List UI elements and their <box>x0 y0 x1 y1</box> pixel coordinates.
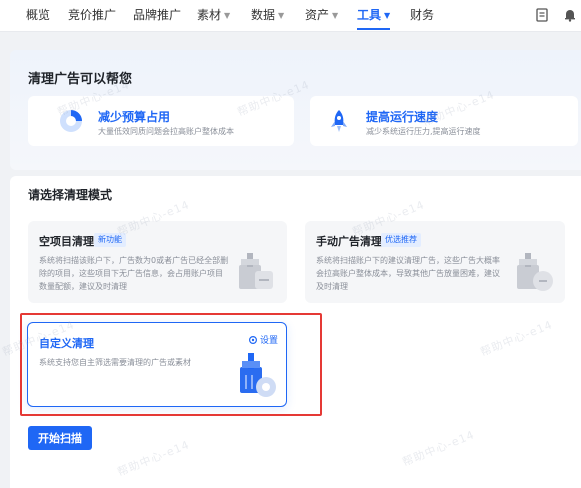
help-card-title: 提高运行速度 <box>366 110 439 124</box>
mode-card-title: 空项目清理 <box>39 235 94 248</box>
help-card-budget: 减少预算占用 大量低效同质问题会拉高账户整体成本 <box>28 96 294 146</box>
help-card-desc: 大量低效同质问题会拉高账户整体成本 <box>98 127 234 136</box>
nav-item-overview[interactable]: 概览 <box>26 0 50 32</box>
mode-card-title: 手动广告清理 <box>316 235 382 248</box>
start-scan-button[interactable]: 开始扫描 <box>28 426 92 450</box>
chevron-down-icon: ▼ <box>384 11 391 20</box>
help-card-desc: 减少系统运行压力,提高运行速度 <box>366 127 481 136</box>
nav-item-brand[interactable]: 品牌推广 <box>133 0 181 32</box>
document-icon[interactable] <box>535 8 549 22</box>
mode-card-desc: 系统将扫描账户下的建议清理广告，这些广告大概率会拉高账户整体成本，导致其他广告放… <box>316 256 500 291</box>
nav-item-data[interactable]: 数据 ▼ <box>251 0 284 32</box>
bell-icon[interactable] <box>563 8 577 22</box>
section-title: 请选择清理模式 <box>28 188 113 202</box>
rocket-icon <box>331 110 347 132</box>
chevron-down-icon: ▼ <box>278 11 285 20</box>
broom-illustration-icon <box>517 253 553 291</box>
chevron-down-icon: ▼ <box>224 11 231 20</box>
new-feature-badge: 新功能 <box>94 233 126 247</box>
mode-card-desc: 系统将扫描该账户下，广告数为0或者广告已经全部删除的项目，这些项目下无广告信息，… <box>39 256 229 291</box>
selection-highlight <box>20 313 322 416</box>
nav-item-tools[interactable]: 工具 ▼ <box>357 0 391 32</box>
nav-item-finance[interactable]: 财务 <box>410 0 434 32</box>
nav-item-assets[interactable]: 资产 ▼ <box>305 0 338 32</box>
broom-illustration-icon <box>239 253 273 289</box>
pie-chart-icon <box>60 110 82 132</box>
help-panel-title: 清理广告可以帮您 <box>28 72 133 87</box>
recommended-badge: 优选推荐 <box>381 233 421 247</box>
nav-item-bidding[interactable]: 竞价推广 <box>68 0 116 32</box>
chevron-down-icon: ▼ <box>332 11 339 20</box>
help-card-speed: 提高运行速度 减少系统运行压力,提高运行速度 <box>310 96 578 146</box>
help-card-title: 减少预算占用 <box>98 110 171 124</box>
mode-card-manual-ad[interactable]: 手动广告清理 优选推荐 系统将扫描账户下的建议清理广告，这些广告大概率会拉高账户… <box>305 221 565 303</box>
top-nav: 概览 竞价推广 品牌推广 素材 ▼ 数据 ▼ 资产 ▼ 工具 ▼ 财务 <box>0 0 581 32</box>
nav-item-material[interactable]: 素材 ▼ <box>197 0 230 32</box>
mode-card-empty-project[interactable]: 空项目清理 新功能 系统将扫描该账户下，广告数为0或者广告已经全部删除的项目，这… <box>28 221 287 303</box>
